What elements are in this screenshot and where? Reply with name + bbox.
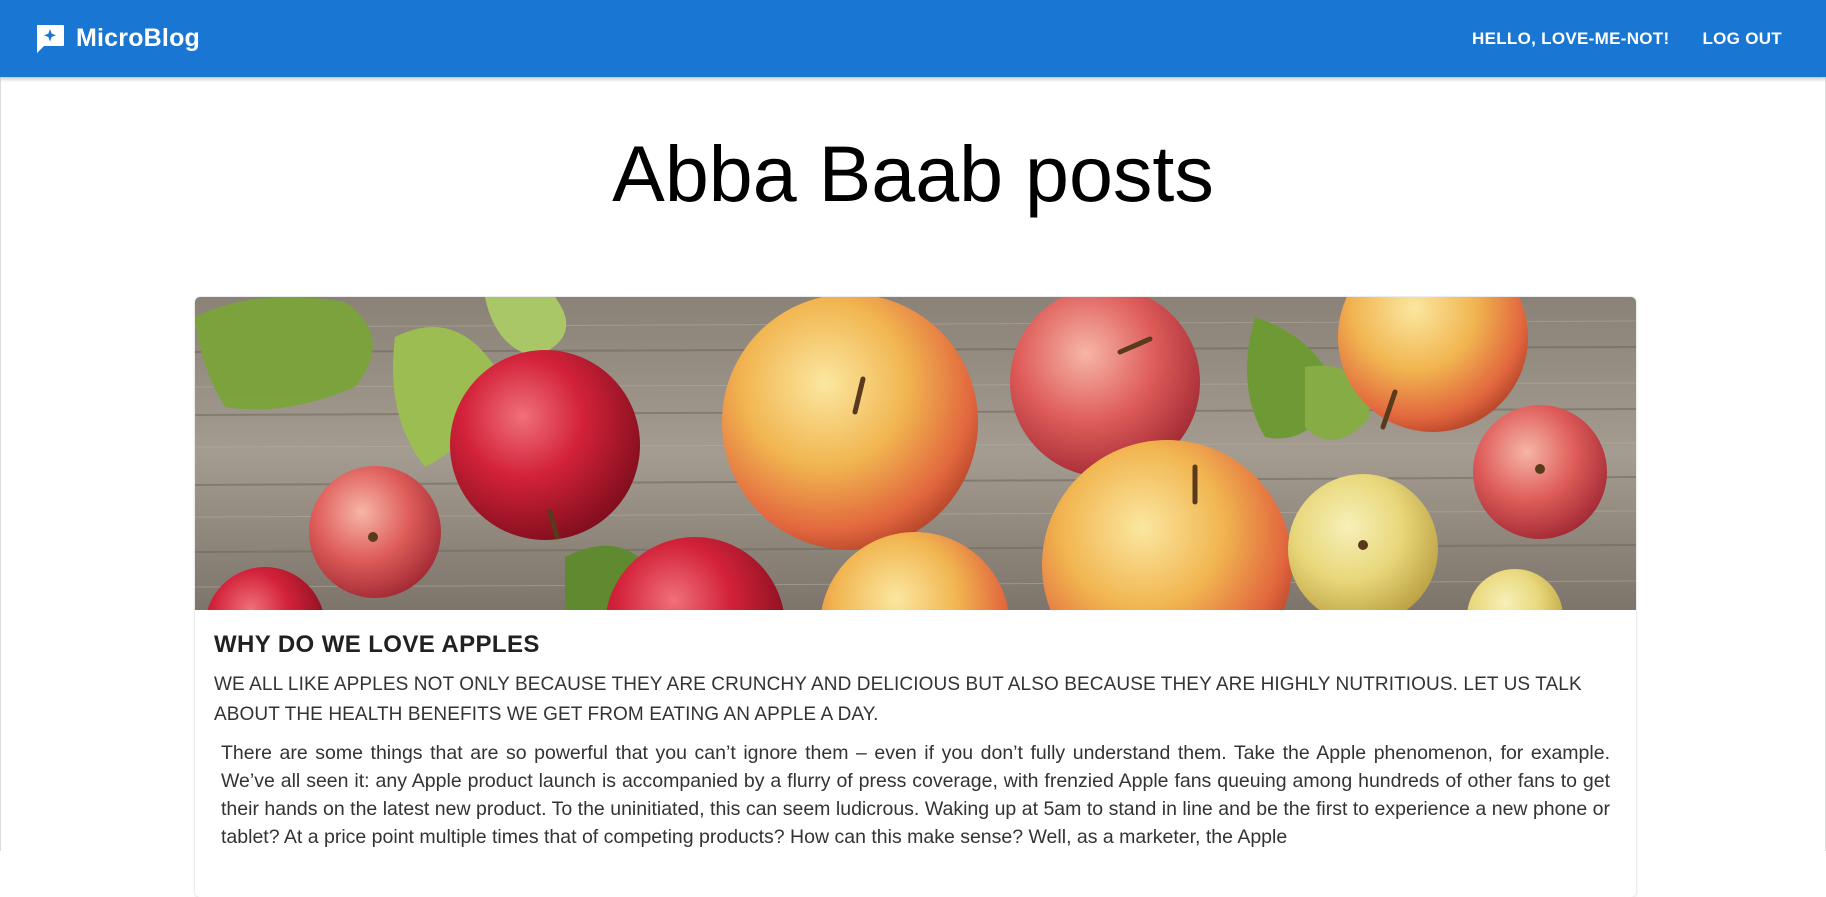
post-image (195, 297, 1636, 610)
chat-sparkle-icon (37, 24, 64, 53)
navbar-actions: HELLO, LOVE-ME-NOT! LOG OUT (1472, 23, 1782, 55)
post-subtitle: WE ALL LIKE APPLES NOT ONLY BECAUSE THEY… (214, 674, 1582, 725)
page-title: Abba Baab posts (612, 129, 1214, 218)
user-greeting-button[interactable]: HELLO, LOVE-ME-NOT! (1472, 23, 1669, 55)
post-card: WHY DO WE LOVE APPLES WE ALL LIKE APPLES… (195, 297, 1636, 897)
post-content: WHY DO WE LOVE APPLES WE ALL LIKE APPLES… (195, 610, 1636, 851)
logout-button[interactable]: LOG OUT (1702, 23, 1782, 55)
top-navbar: MicroBlog HELLO, LOVE-ME-NOT! LOG OUT (0, 0, 1826, 77)
brand-name: MicroBlog (76, 24, 201, 52)
post-title: WHY DO WE LOVE APPLES (214, 631, 540, 658)
post-body: There are some things that are so powerf… (221, 742, 1610, 848)
brand[interactable]: MicroBlog (34, 23, 200, 55)
